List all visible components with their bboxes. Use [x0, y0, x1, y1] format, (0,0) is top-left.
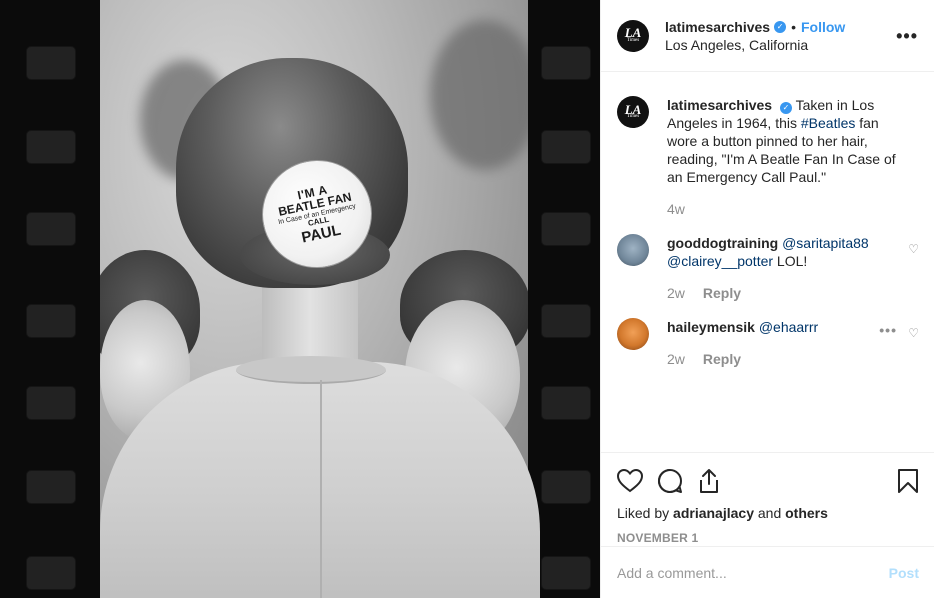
sprocket-hole: [541, 304, 591, 338]
avatar[interactable]: LA Times: [617, 96, 649, 128]
sprocket-hole: [26, 470, 76, 504]
shirt-seam: [320, 380, 322, 598]
header-text: latimesarchives ✓ • Follow Los Angeles, …: [665, 19, 845, 53]
button-text-line: PAUL: [299, 221, 343, 247]
post-date[interactable]: NOVEMBER 1: [617, 531, 919, 545]
avatar-logo-subtext: Times: [626, 37, 640, 43]
sprocket-hole: [26, 386, 76, 420]
sprocket-hole: [26, 212, 76, 246]
comment-text: haileymensik @ehaarrr 2w Reply: [667, 318, 907, 368]
sprocket-hole: [541, 470, 591, 504]
comment-item: haileymensik @ehaarrr 2w Reply ••• ♡: [617, 318, 919, 368]
caption-meta: 4w: [667, 200, 907, 218]
post-photo[interactable]: I'M A BEATLE FAN In Case of an Emergency…: [0, 0, 600, 598]
comment-username[interactable]: haileymensik: [667, 319, 755, 335]
verified-badge-icon: ✓: [779, 102, 792, 114]
sprocket-hole: [541, 556, 591, 590]
mention-link[interactable]: @saritapita88: [782, 235, 869, 251]
avatar[interactable]: [617, 234, 649, 266]
comment-options-icon[interactable]: •••: [879, 322, 897, 338]
comment-meta: 2w Reply: [667, 284, 907, 302]
post-side-panel: LA Times latimesarchives ✓ • Follow Los …: [600, 0, 934, 598]
sprocket-hole: [541, 46, 591, 80]
add-comment-bar: Post: [601, 546, 934, 598]
likes-summary: Liked by adrianajlacy and others: [617, 505, 919, 521]
comment-meta: 2w Reply: [667, 350, 907, 368]
comment-body: LOL!: [773, 253, 808, 269]
mention-link[interactable]: @ehaarrr: [759, 319, 818, 335]
comment-time[interactable]: 2w: [667, 350, 685, 368]
reply-button[interactable]: Reply: [703, 284, 741, 302]
reply-button[interactable]: Reply: [703, 350, 741, 368]
likes-others-link[interactable]: others: [785, 505, 828, 521]
sprocket-hole: [541, 212, 591, 246]
post-header: LA Times latimesarchives ✓ • Follow Los …: [601, 0, 934, 72]
mention-link[interactable]: @clairey__potter: [667, 253, 773, 269]
more-horizontal-icon[interactable]: •••: [896, 26, 918, 47]
comments-list: LA Times latimesarchives ✓ Taken in Los …: [601, 72, 934, 452]
sprocket-hole: [26, 46, 76, 80]
like-comment-heart-icon[interactable]: ♡: [908, 326, 919, 340]
likes-prefix: Liked by: [617, 505, 674, 521]
avatar[interactable]: [617, 318, 649, 350]
avatar[interactable]: LA Times: [617, 19, 649, 52]
caption-time[interactable]: 4w: [667, 200, 685, 218]
sprocket-hole: [541, 130, 591, 164]
header-username[interactable]: latimesarchives: [665, 19, 770, 35]
comment-text: gooddogtraining @saritapita88 @clairey__…: [667, 234, 907, 302]
likes-middle: and: [753, 505, 786, 521]
avatar-logo-subtext: Times: [626, 114, 640, 120]
liked-by-user[interactable]: adrianajlacy: [673, 505, 754, 521]
comment-time[interactable]: 2w: [667, 284, 685, 302]
collar: [236, 356, 386, 384]
post-actions: Liked by adrianajlacy and others NOVEMBE…: [601, 452, 934, 545]
caption-username[interactable]: latimesarchives: [667, 97, 772, 113]
like-comment-heart-icon[interactable]: ♡: [908, 242, 919, 256]
action-icons: [617, 461, 919, 501]
hashtag-link[interactable]: #Beatles: [801, 115, 855, 131]
bookmark-icon[interactable]: [897, 468, 919, 494]
share-icon[interactable]: [697, 468, 721, 494]
add-comment-input[interactable]: [617, 564, 889, 581]
instagram-post: I'M A BEATLE FAN In Case of an Emergency…: [0, 0, 934, 598]
separator-dot: •: [791, 18, 796, 35]
comment-username[interactable]: gooddogtraining: [667, 235, 778, 251]
location-link[interactable]: Los Angeles, California: [665, 37, 845, 53]
sprocket-hole: [26, 556, 76, 590]
caption-text: latimesarchives ✓ Taken in Los Angeles i…: [667, 96, 907, 218]
heart-icon[interactable]: [617, 469, 643, 493]
caption: LA Times latimesarchives ✓ Taken in Los …: [617, 96, 919, 218]
header-user-line: latimesarchives ✓ • Follow: [665, 19, 845, 35]
background-foliage: [430, 20, 528, 170]
sprocket-hole: [541, 386, 591, 420]
comment-item: gooddogtraining @saritapita88 @clairey__…: [617, 234, 919, 302]
follow-button[interactable]: Follow: [801, 19, 845, 35]
verified-badge-icon: ✓: [774, 20, 787, 33]
comment-icon[interactable]: [657, 468, 683, 494]
sprocket-hole: [26, 304, 76, 338]
sprocket-hole: [26, 130, 76, 164]
post-comment-button[interactable]: Post: [889, 565, 919, 581]
